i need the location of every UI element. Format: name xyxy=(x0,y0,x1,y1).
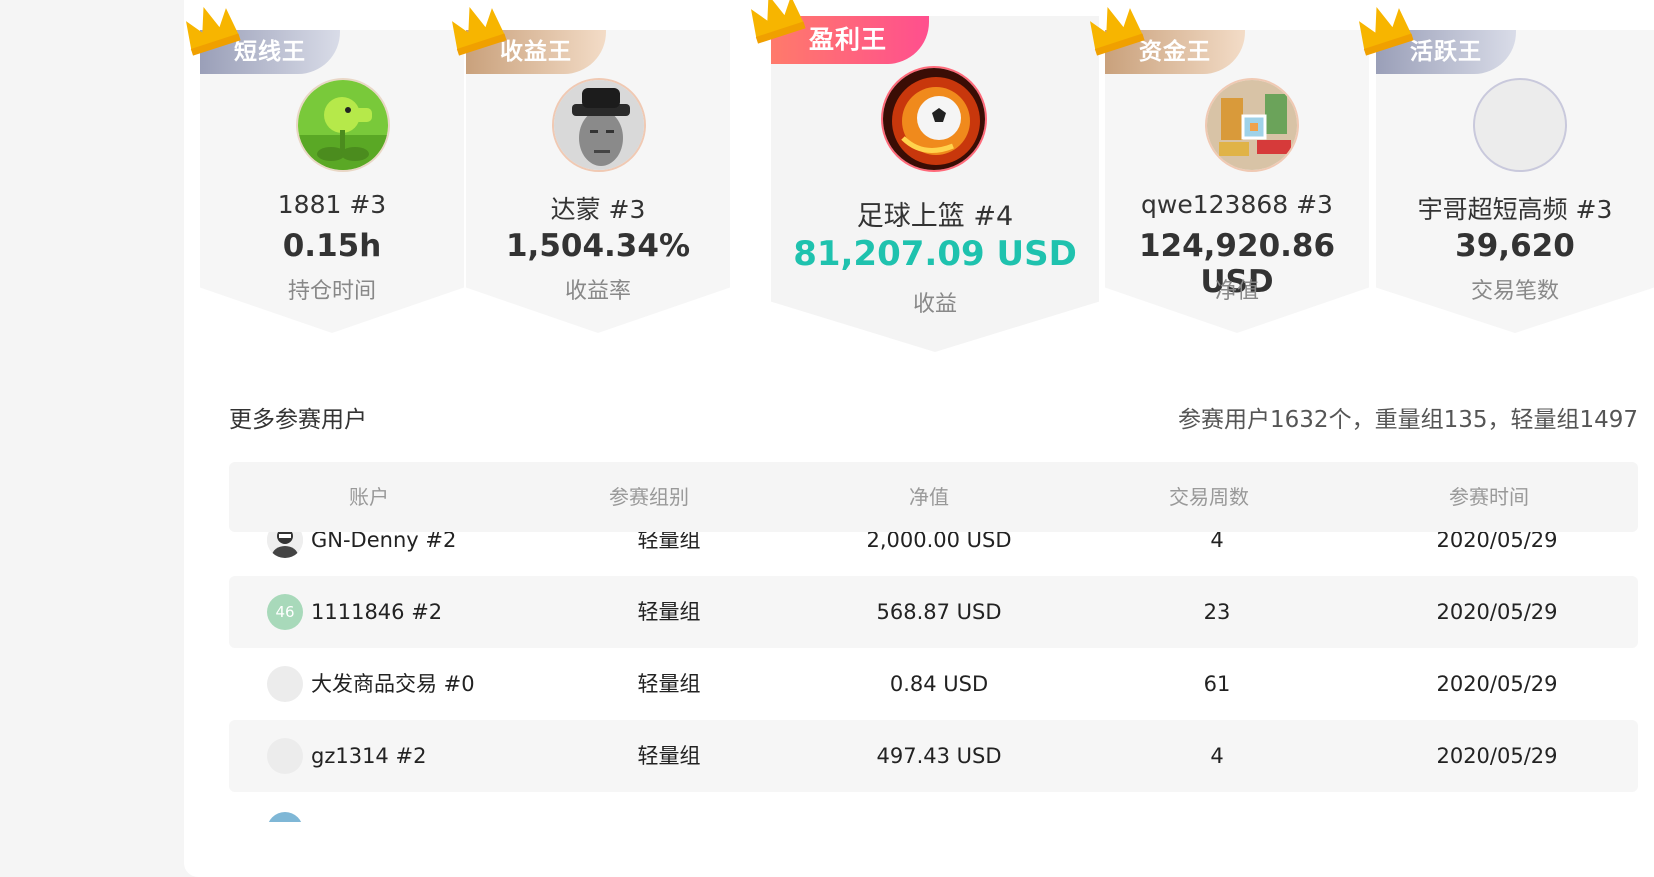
join-date-cell: 2020/05/29 xyxy=(1436,532,1558,552)
group-cell: 轻量组 xyxy=(637,744,701,768)
net-value-cell: 0.84 USD xyxy=(889,672,989,696)
award-user-name[interactable]: 足球上篮 #4 xyxy=(771,194,1099,233)
account-name[interactable]: 大发商品交易 #0 xyxy=(311,648,571,720)
award-metric-label: 收益率 xyxy=(564,279,631,304)
group-cell: 轻量组 xyxy=(637,600,701,624)
table-body[interactable]: GN-Denny #2 轻量组 2,000.00 USD 4 2020/05/2… xyxy=(229,532,1638,822)
flaming-football-avatar-icon xyxy=(881,66,987,172)
award-card-short-term[interactable]: 短线王 1881 #3 0.15h 持仓时间 xyxy=(200,30,464,333)
join-date-cell: 2020/05/29 xyxy=(1436,672,1558,696)
award-card-capital[interactable]: 资金王 qwe123868 #3 124,920.86 USD 净值 xyxy=(1105,30,1369,333)
column-header-trade-weeks: 交易周数 xyxy=(1169,485,1249,509)
hands-pattern-avatar-icon xyxy=(1205,78,1299,172)
table-row[interactable]: gz1314 #2 轻量组 497.43 USD 4 2020/05/29 xyxy=(229,720,1638,792)
award-metric-label: 交易笔数 xyxy=(1470,279,1559,304)
empty-avatar-icon xyxy=(1473,78,1567,172)
award-user-name[interactable]: 达蒙 #3 xyxy=(466,190,730,226)
award-user-name[interactable]: 1881 #3 xyxy=(200,190,464,219)
empty-avatar-icon xyxy=(267,738,303,774)
net-value-cell: 497.43 USD xyxy=(876,744,1002,768)
account-name[interactable]: gz1314 #2 xyxy=(311,720,571,792)
account-name[interactable]: GN-Denny #2 xyxy=(311,532,571,576)
section-title: 更多参赛用户 xyxy=(229,407,367,433)
table-row[interactable]: 46 1111846 #2 轻量组 568.87 USD 23 2020/05/… xyxy=(229,576,1638,648)
column-header-net-value: 净值 xyxy=(909,485,949,509)
group-cell: 轻量组 xyxy=(637,672,701,696)
table-row[interactable]: 大发商品交易 #0 轻量组 0.84 USD 61 2020/05/29 xyxy=(229,648,1638,720)
table-row[interactable]: GN-Denny #2 轻量组 2,000.00 USD 4 2020/05/2… xyxy=(229,532,1638,576)
column-header-join-date: 参赛时间 xyxy=(1449,485,1529,509)
join-date-cell: 2020/05/29 xyxy=(1436,744,1558,768)
trade-weeks-cell: 4 xyxy=(1210,532,1224,552)
landscape-avatar-icon xyxy=(267,812,303,822)
trade-weeks-cell: 61 xyxy=(1203,672,1231,696)
award-card-return[interactable]: 收益王 达蒙 #3 1,504.34% 收益率 xyxy=(466,30,730,333)
number-avatar-icon: 46 xyxy=(267,594,303,630)
peashooter-avatar-icon xyxy=(296,78,390,172)
award-value: 81,207.09 USD xyxy=(793,234,1077,274)
trade-weeks-cell: 4 xyxy=(1210,744,1224,768)
table-header: 账户 参赛组别 净值 交易周数 参赛时间 xyxy=(229,462,1638,532)
join-date-cell: 2020/05/29 xyxy=(1436,600,1558,624)
award-metric-label: 净值 xyxy=(1214,279,1259,304)
award-value: 1,504.34% xyxy=(505,228,691,264)
award-metric-label: 持仓时间 xyxy=(287,279,376,304)
award-user-name[interactable]: qwe123868 #3 xyxy=(1105,190,1369,219)
person-avatar-icon xyxy=(267,532,303,558)
award-card-profit[interactable]: 盈利王 足球上篮 #4 81,207.09 USD 收益 xyxy=(771,16,1099,352)
award-user-name[interactable]: 宇哥超短高频 #3 xyxy=(1376,190,1654,226)
table-row[interactable] xyxy=(229,792,1638,822)
column-header-group: 参赛组别 xyxy=(609,485,689,509)
trade-weeks-cell: 23 xyxy=(1203,600,1231,624)
group-cell: 轻量组 xyxy=(637,532,701,552)
net-value-cell: 2,000.00 USD xyxy=(866,532,1012,552)
award-value: 0.15h xyxy=(282,228,382,264)
award-card-active[interactable]: 活跃王 宇哥超短高频 #3 39,620 交易笔数 xyxy=(1376,30,1654,333)
participant-stats: 参赛用户1632个，重量组135，轻量组1497 xyxy=(1178,407,1638,433)
column-header-account: 账户 xyxy=(349,485,389,509)
award-metric-label: 收益 xyxy=(912,292,957,317)
account-name[interactable]: 1111846 #2 xyxy=(311,576,571,648)
empty-avatar-icon xyxy=(267,666,303,702)
net-value-cell: 568.87 USD xyxy=(876,600,1002,624)
award-value: 39,620 xyxy=(1455,228,1575,264)
man-in-hat-avatar-icon xyxy=(552,78,646,172)
